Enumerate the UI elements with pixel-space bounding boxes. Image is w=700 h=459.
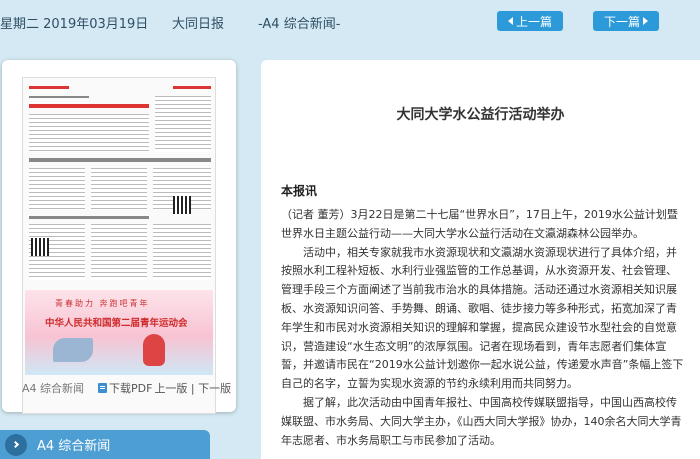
- page-pager-links[interactable]: 上一版 | 下一版: [154, 380, 231, 396]
- issue-date: 星期二 2019年03月19日: [0, 17, 149, 32]
- article-paragraph: 据了解，此次活动由中国青年报社、中国高校传媒联盟指导，中国山西高校传媒联盟、市水…: [281, 395, 682, 447]
- section-nav-item[interactable]: A4 综合新闻: [0, 430, 210, 459]
- thumbnail-slogan: 青春助力 奔跑吧青年: [55, 299, 150, 308]
- mascot-image: [143, 334, 165, 366]
- article-panel: 大同大学水公益行活动举办 本报讯 （记者 董芳）3月22日是第二十七届“世界水日…: [261, 60, 700, 459]
- newspaper-page-thumbnail[interactable]: 青春助力 奔跑吧青年 中华人民共和国第二届青年运动会: [22, 77, 216, 414]
- page-card: 青春助力 奔跑吧青年 中华人民共和国第二届青年运动会 A4 综合新闻 下载PDF…: [2, 60, 236, 414]
- paper-name[interactable]: 大同日报: [172, 13, 224, 32]
- article-body: （记者 董芳）3月22日是第二十七届“世界水日”，17日上午，2019水公益计划…: [281, 206, 685, 450]
- next-article-button[interactable]: 下一篇: [593, 11, 659, 31]
- chevron-right-icon: [5, 433, 27, 456]
- article-byline: 本报讯: [281, 184, 318, 198]
- arrow-right-icon: [643, 17, 648, 25]
- download-pdf-link[interactable]: 下载PDF: [109, 380, 152, 396]
- section-label: -A4 综合新闻-: [258, 17, 341, 32]
- page-caption: A4 综合新闻: [22, 382, 85, 395]
- thumbnail-title: 中华人民共和国第二届青年运动会: [45, 318, 188, 329]
- article-paragraph: （记者 董芳）3月22日是第二十七届“世界水日”，17日上午，2019水公益计划…: [281, 208, 678, 240]
- page-links: 下载PDF 上一版 | 下一版: [98, 380, 231, 396]
- article-title: 大同大学水公益行活动举办: [396, 107, 565, 123]
- section-nav-label: A4 综合新闻: [37, 439, 111, 454]
- thumbnail-banner: 青春助力 奔跑吧青年 中华人民共和国第二届青年运动会: [25, 290, 213, 375]
- article-paragraph: 活动中，相关专家就我市水资源现状和文瀛湖水资源现状进行了具体介绍，并按照水利工程…: [281, 245, 684, 391]
- pdf-document-icon: [98, 383, 107, 393]
- games-logo: [53, 338, 93, 362]
- next-article-label: 下一篇: [603, 14, 640, 29]
- prev-article-label: 上一篇: [515, 14, 552, 29]
- arrow-left-icon: [507, 17, 513, 25]
- prev-article-button[interactable]: 上一篇: [497, 11, 563, 31]
- top-bar: 星期二 2019年03月19日 大同日报 -A4 综合新闻- 上一篇 下一篇: [0, 0, 700, 42]
